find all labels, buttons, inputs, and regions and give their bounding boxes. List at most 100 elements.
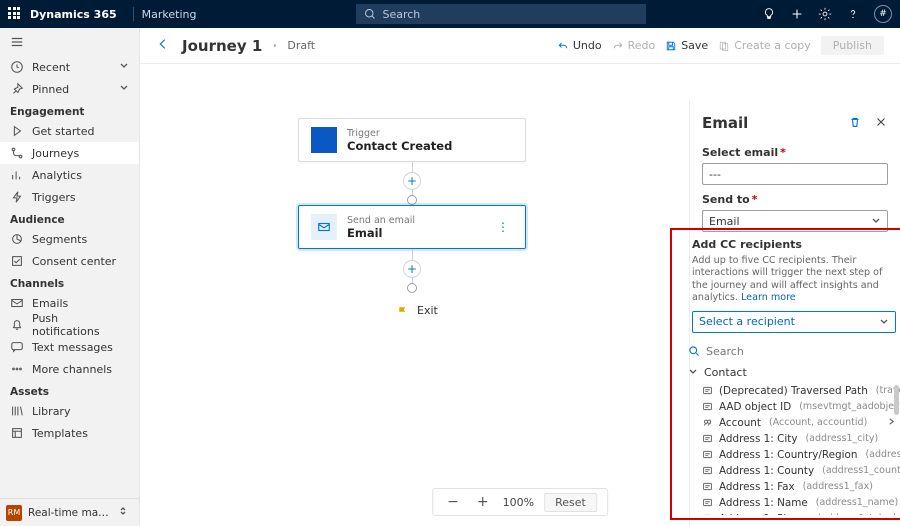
nav-push-notifications[interactable]: Push notifications bbox=[0, 314, 139, 336]
chevron-down-icon bbox=[119, 83, 129, 96]
templates-icon bbox=[10, 426, 24, 440]
redo-label: Redo bbox=[628, 39, 656, 52]
sms-icon bbox=[10, 340, 24, 354]
page-header: Journey 1 · Draft Undo Redo Save Create … bbox=[140, 28, 900, 64]
attribute-row[interactable]: (Deprecated) Traversed Path (traversedpa… bbox=[680, 383, 900, 399]
back-button[interactable] bbox=[156, 36, 170, 55]
attribute-row[interactable]: AAD object ID (msevtmgt_aadobjectid) bbox=[680, 399, 900, 415]
save-label: Save bbox=[681, 39, 708, 52]
attribute-label: AAD object ID bbox=[719, 401, 791, 413]
area-badge: RM bbox=[6, 505, 22, 521]
plus-icon[interactable] bbox=[790, 7, 804, 21]
send-to-label: Send to* bbox=[702, 193, 888, 206]
add-step-button[interactable]: + bbox=[403, 172, 421, 190]
add-step-button[interactable]: + bbox=[403, 260, 421, 278]
attribute-row[interactable]: Address 1: County (address1_county) bbox=[680, 463, 900, 479]
attribute-label: (Deprecated) Traversed Path bbox=[719, 385, 868, 397]
text-field-icon bbox=[702, 465, 713, 476]
select-email-label: Select email* bbox=[702, 146, 888, 159]
attribute-row[interactable]: Address 1: Country/Region (address1_cou.… bbox=[680, 447, 900, 463]
area-name: Real-time marketi... bbox=[28, 507, 112, 519]
nav-label: Pinned bbox=[32, 83, 111, 96]
attribute-label: Address 1: Country/Region bbox=[719, 449, 857, 461]
nav-library[interactable]: Library bbox=[0, 400, 139, 422]
text-field-icon bbox=[702, 497, 713, 508]
publish-button[interactable]: Publish bbox=[821, 36, 884, 55]
area-switcher[interactable]: RM Real-time marketi... bbox=[0, 498, 139, 526]
attribute-row[interactable]: Account (Account, accountid) bbox=[680, 415, 900, 431]
select-recipient-input[interactable]: Select a recipient bbox=[692, 311, 896, 333]
brand-label: Dynamics 365 bbox=[30, 8, 117, 21]
journey-canvas[interactable]: Trigger Contact Created + Send an email … bbox=[140, 64, 900, 526]
panel-title: Email bbox=[702, 114, 748, 132]
attribute-row[interactable]: Address 1: Name (address1_name) bbox=[680, 495, 900, 511]
exit-label: Exit bbox=[417, 304, 438, 317]
dropdown-group-contact[interactable]: Contact bbox=[680, 362, 900, 383]
lightbulb-icon[interactable] bbox=[762, 7, 776, 21]
node-kicker: Send an email bbox=[347, 215, 415, 226]
learn-more-link[interactable]: Learn more bbox=[741, 292, 796, 303]
nav-triggers[interactable]: Triggers bbox=[0, 186, 139, 208]
attribute-secondary: (address1_name) bbox=[816, 497, 898, 508]
nav-pinned[interactable]: Pinned bbox=[0, 78, 139, 100]
create-copy-button[interactable]: Create a copy bbox=[718, 39, 811, 52]
global-search[interactable]: Search bbox=[356, 4, 646, 24]
close-button[interactable] bbox=[874, 115, 888, 132]
nav-group-channels: Channels bbox=[0, 272, 139, 292]
nav-group-assets: Assets bbox=[0, 380, 139, 400]
chevron-down-icon bbox=[119, 61, 129, 74]
text-field-icon bbox=[702, 481, 713, 492]
nav-label: Recent bbox=[32, 61, 111, 74]
nav-analytics[interactable]: Analytics bbox=[0, 164, 139, 186]
people-icon bbox=[702, 417, 713, 428]
text-field-icon bbox=[702, 433, 713, 444]
bell-icon bbox=[10, 318, 24, 332]
node-menu-button[interactable]: ⋮ bbox=[493, 220, 513, 234]
nav-consent-center[interactable]: Consent center bbox=[0, 250, 139, 272]
nav-more-channels[interactable]: More channels bbox=[0, 358, 139, 380]
redo-button[interactable]: Redo bbox=[612, 39, 656, 52]
zoom-in-button[interactable]: + bbox=[473, 494, 493, 510]
attribute-row[interactable]: Address 1: Fax (address1_fax) bbox=[680, 479, 900, 495]
nav-text-messages[interactable]: Text messages bbox=[0, 336, 139, 358]
attribute-label: Address 1: County bbox=[719, 465, 814, 477]
undo-button[interactable]: Undo bbox=[557, 39, 602, 52]
nav-group-audience: Audience bbox=[0, 208, 139, 228]
nav-get-started[interactable]: Get started bbox=[0, 120, 139, 142]
attribute-secondary: (address1_fax) bbox=[803, 481, 873, 492]
app-launcher-icon[interactable] bbox=[8, 7, 22, 21]
nav-label: Emails bbox=[32, 297, 129, 310]
select-email-input[interactable]: --- bbox=[702, 163, 888, 185]
nav-templates[interactable]: Templates bbox=[0, 422, 139, 444]
node-exit[interactable]: Exit bbox=[397, 304, 438, 317]
attribute-label: Address 1: City bbox=[719, 433, 797, 445]
save-button[interactable]: Save bbox=[665, 39, 708, 52]
node-trigger[interactable]: Trigger Contact Created bbox=[298, 118, 526, 162]
hamburger-button[interactable] bbox=[0, 28, 139, 56]
delete-button[interactable] bbox=[848, 115, 862, 132]
zoom-out-button[interactable]: − bbox=[443, 494, 463, 510]
nav-emails[interactable]: Emails bbox=[0, 292, 139, 314]
recipient-dropdown: Search Contact (Deprecated) Traversed Pa… bbox=[680, 341, 900, 515]
user-avatar[interactable]: # bbox=[874, 5, 892, 23]
attribute-label: Address 1: Name bbox=[719, 497, 808, 509]
attribute-label: Address 1: Fax bbox=[719, 481, 795, 493]
nav-label: Push notifications bbox=[32, 312, 129, 338]
nav-segments[interactable]: Segments bbox=[0, 228, 139, 250]
node-email[interactable]: Send an email Email ⋮ bbox=[298, 205, 526, 249]
nav-journeys[interactable]: Journeys bbox=[0, 142, 139, 164]
nav-recent[interactable]: Recent bbox=[0, 56, 139, 78]
updown-icon bbox=[118, 506, 128, 519]
area-label: Marketing bbox=[142, 8, 197, 21]
gear-icon[interactable] bbox=[818, 7, 832, 21]
anchor-dot bbox=[407, 195, 417, 205]
scrollbar-thumb[interactable] bbox=[894, 385, 899, 415]
attribute-row[interactable]: Address 1: Phone (address1_telephone1) bbox=[680, 511, 900, 515]
consent-icon bbox=[10, 254, 24, 268]
help-icon[interactable] bbox=[846, 7, 860, 21]
attribute-row[interactable]: Address 1: City (address1_city) bbox=[680, 431, 900, 447]
zoom-reset-button[interactable]: Reset bbox=[544, 493, 597, 512]
dropdown-search[interactable]: Search bbox=[680, 341, 900, 362]
undo-label: Undo bbox=[573, 39, 602, 52]
node-name: Email bbox=[347, 226, 415, 240]
